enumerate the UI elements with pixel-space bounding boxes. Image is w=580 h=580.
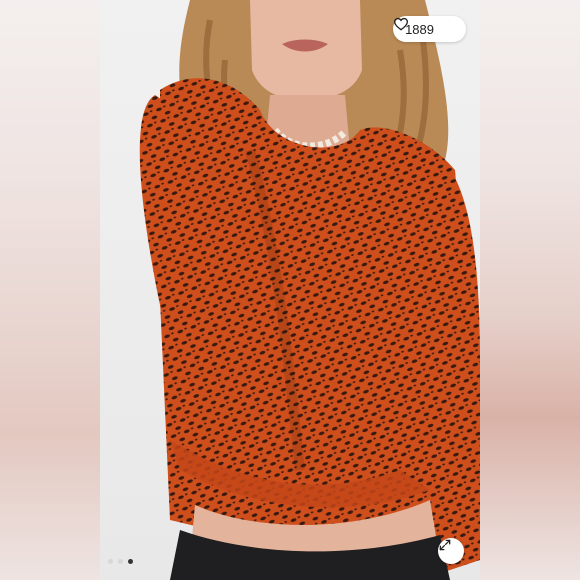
like-button[interactable]: 1889 [393,16,466,42]
product-photo[interactable]: 1889 [100,0,480,580]
heart-icon [394,17,456,37]
carousel-dot[interactable] [118,559,123,564]
carousel-dot-active[interactable] [128,559,133,564]
right-blur-background [480,0,580,580]
carousel-dot[interactable] [108,559,113,564]
left-blur-background [0,0,100,580]
product-illustration [100,0,480,580]
expand-button[interactable] [438,538,464,564]
like-count: 1889 [405,21,434,37]
carousel-indicators [108,559,133,564]
